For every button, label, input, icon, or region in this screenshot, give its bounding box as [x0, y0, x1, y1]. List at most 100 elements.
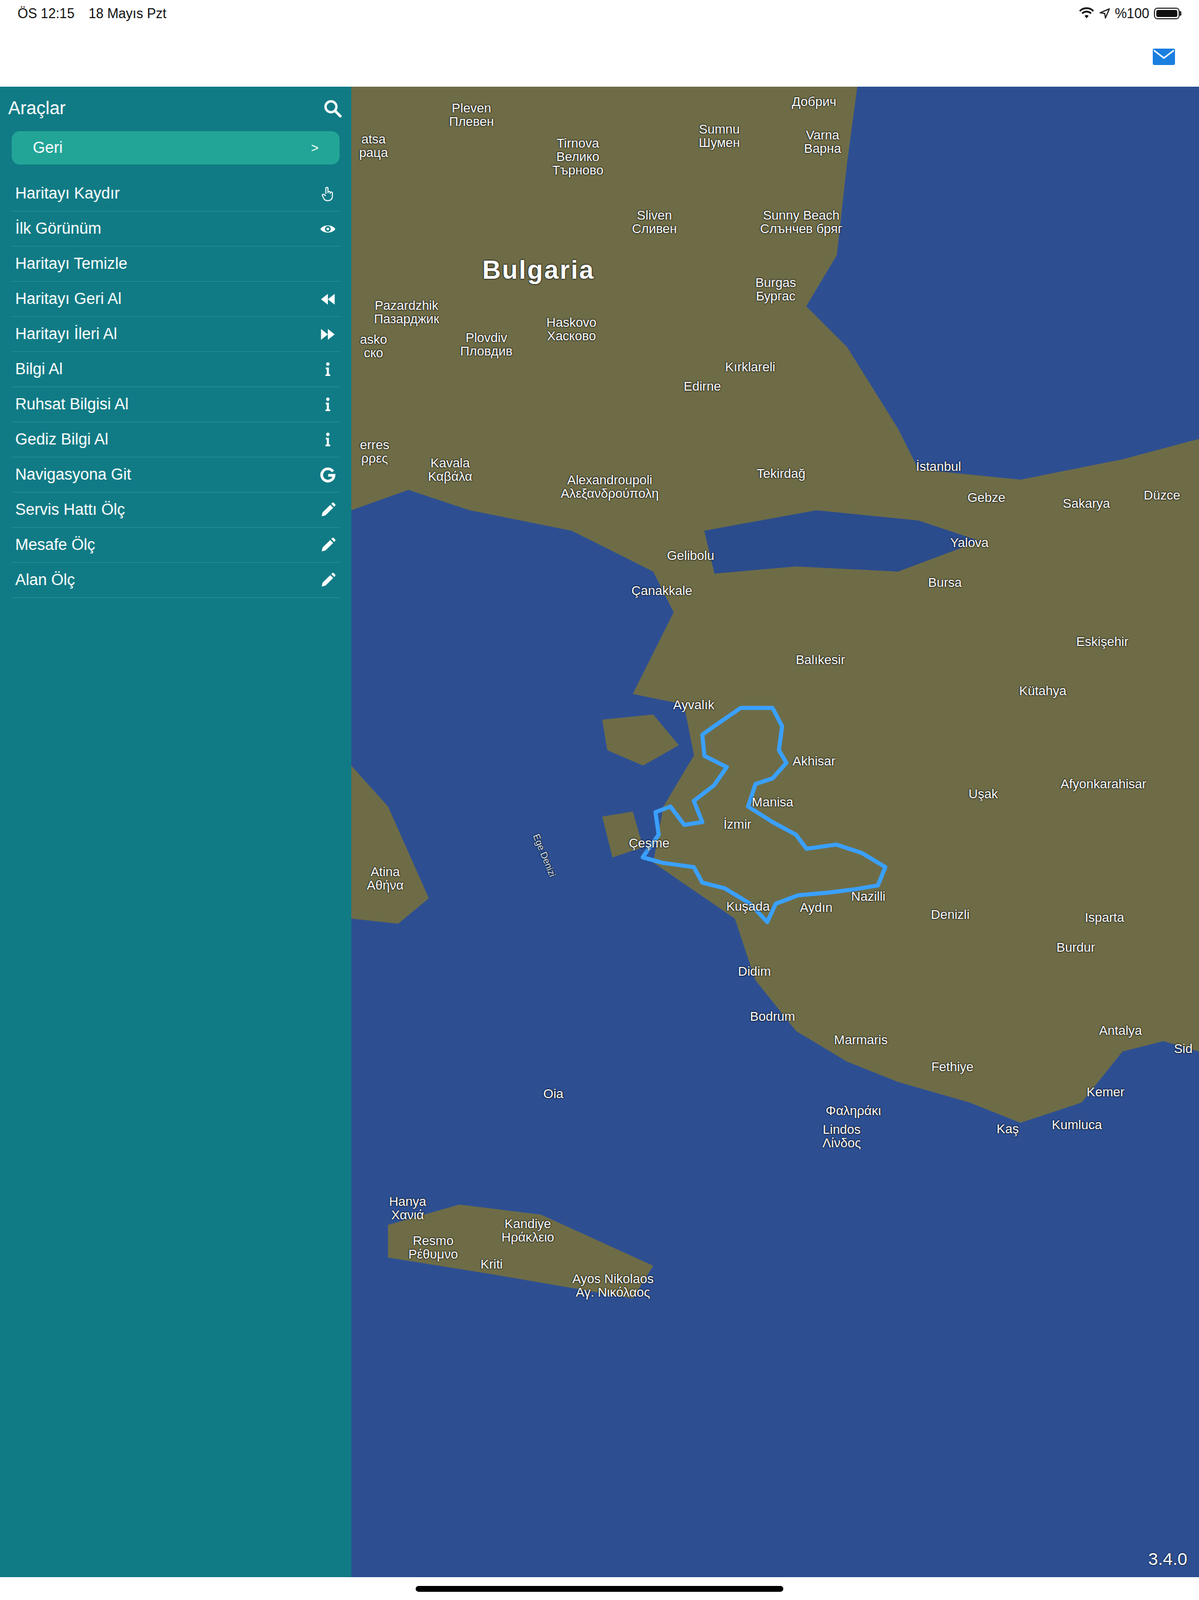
map-label: Balıkesir — [795, 652, 845, 667]
tool-item[interactable]: Servis Hattı Ölç — [11, 492, 340, 528]
map-label: Kriti — [480, 1256, 503, 1271]
back-button[interactable]: Geri > — [11, 131, 340, 165]
map-label: Denizli — [930, 908, 970, 922]
top-bar: ÖS 12:15 18 Mayıs Pzt %100 — [0, 0, 1199, 87]
map-label: VarnaВарна — [803, 128, 842, 156]
location-icon — [1099, 8, 1111, 19]
map-label: Aydın — [799, 901, 833, 915]
map-label: LindosΛίνδος — [822, 1122, 862, 1150]
tool-item[interactable]: Haritayı İleri Al — [11, 316, 340, 352]
map-label: Ayos NikolaosΑγ. Νικόλαος — [571, 1271, 654, 1299]
home-indicator-area — [0, 1576, 1199, 1600]
rewind-icon — [319, 290, 337, 308]
map-label: Bodrum — [749, 1009, 796, 1023]
map-label: İzmir — [723, 817, 752, 832]
pencil-icon — [319, 501, 337, 519]
map-label: atsaраца — [358, 132, 388, 160]
fast-forward-icon — [319, 326, 337, 343]
tool-item[interactable]: Haritayı Geri Al — [11, 281, 340, 317]
tool-item[interactable]: Gediz Bilgi Al — [11, 422, 340, 458]
home-indicator[interactable] — [415, 1585, 784, 1592]
map-label: Çeşme — [628, 836, 670, 850]
status-bar: ÖS 12:15 18 Mayıs Pzt %100 — [0, 0, 1199, 27]
pencil-icon — [319, 536, 337, 554]
map-label: ResmoΡέθυμνο — [408, 1233, 458, 1261]
map-label: Düzce — [1143, 488, 1181, 502]
tool-item[interactable]: Navigasyona Git — [11, 457, 340, 493]
status-date: 18 Mayıs Pzt — [88, 5, 167, 22]
map-label: Kütahya — [1019, 683, 1067, 698]
tool-item[interactable]: Haritayı Kaydır — [11, 176, 340, 212]
map-label: Ege Denizi — [531, 832, 558, 879]
map-label: Bursa — [927, 575, 962, 589]
map-label: Sid — [1173, 1041, 1193, 1055]
map-label: askoско — [360, 331, 387, 359]
eye-icon — [319, 220, 337, 238]
map-label: Antalya — [1098, 1023, 1142, 1037]
map-label: Nazilli — [851, 889, 886, 904]
tool-item[interactable]: Haritayı Temizle — [11, 246, 340, 282]
sidebar-header: Araçlar — [0, 86, 352, 130]
map-label: Marmaris — [834, 1033, 889, 1047]
map-label: Kırklareli — [725, 360, 776, 374]
battery-percent: %100 — [1114, 5, 1150, 22]
wifi-icon — [1078, 7, 1095, 20]
hand-icon — [319, 185, 337, 202]
tool-menu: Haritayı Kaydırİlk GörünümHaritayı Temiz… — [0, 176, 352, 598]
map-label: Tekirdağ — [756, 467, 806, 481]
map-label: AtinaΑθήνα — [367, 864, 404, 892]
map-label: Bulgaria — [482, 256, 595, 284]
map-label: Gelibolu — [666, 548, 715, 563]
map-label: Çanakkale — [631, 584, 693, 598]
map-label: Ayvalık — [673, 697, 715, 712]
map-label: HaskovoХасково — [546, 315, 597, 343]
map-label: Sunny BeachСлънчев бряг — [759, 208, 843, 236]
map-label: İstanbul — [916, 460, 962, 474]
map-imagery — [351, 86, 1199, 1577]
map-label: Didim — [738, 964, 772, 978]
map-label: BurgasБургас — [755, 275, 797, 303]
back-arrow: > — [310, 140, 319, 156]
tool-item[interactable]: Bilgi Al — [11, 351, 340, 387]
map-label: AlexandroupoliΑλεξανδρούπολη — [560, 473, 659, 500]
tool-item[interactable]: İlk Görünüm — [11, 211, 340, 247]
map-label: Добрич — [791, 95, 837, 109]
map-label: Akhisar — [792, 754, 836, 769]
map-label: Eskişehir — [1076, 634, 1129, 649]
region-outline — [642, 707, 886, 923]
map-label: Oia — [543, 1086, 564, 1101]
mail-icon[interactable] — [1152, 48, 1176, 66]
satellite-map[interactable]: PlevenПлевен Добрич VarnaВарна TirnovaВелик… — [351, 86, 1199, 1577]
map-label: SlivenСливен — [631, 208, 677, 236]
map-label: Manisa — [751, 795, 794, 809]
tool-item[interactable]: Mesafe Ölç — [11, 527, 340, 563]
info-icon — [319, 361, 337, 378]
map-label: Kaş — [996, 1121, 1019, 1136]
map-label: Kemer — [1086, 1085, 1125, 1099]
map-label: Φαληράκι — [825, 1103, 882, 1118]
map-label: SumnuШумен — [698, 122, 740, 150]
info-icon — [319, 431, 337, 448]
tool-item[interactable]: Alan Ölç — [11, 562, 340, 598]
sidebar-title: Araçlar — [8, 97, 66, 119]
map-label: PlevenПлевен — [449, 101, 495, 129]
tool-item[interactable]: Ruhsat Bilgisi Al — [11, 386, 340, 423]
app-screen: ÖS 12:15 18 Mayıs Pzt %100 Araçlar Geri > Hari… — [0, 0, 1199, 1600]
version-label: 3.4.0 — [1148, 1548, 1188, 1569]
map-label: Uşak — [968, 786, 998, 801]
map-label: Fethiye — [931, 1060, 974, 1074]
search-icon[interactable] — [323, 98, 342, 118]
tools-sidebar: AraçlarGeri>Haritayı Kaydırİlk GörünümHa… — [0, 86, 352, 1577]
battery-icon — [1153, 7, 1182, 20]
map-label: Sakarya — [1062, 496, 1111, 510]
map-label: Isparta — [1084, 910, 1125, 925]
map-label: TirnovaВеликоТърново — [552, 136, 604, 178]
google-icon — [319, 466, 337, 483]
status-time: ÖS 12:15 — [17, 5, 75, 22]
map-label: Gebze — [967, 491, 1006, 505]
map-label: KandiyeΗράκλειο — [501, 1216, 555, 1244]
map-label: Afyonkarahisar — [1060, 776, 1147, 791]
map-label: PlovdivПловдив — [460, 330, 513, 358]
map-label: PazardzhikПазарджик — [374, 298, 440, 326]
back-label: Geri — [32, 138, 63, 157]
